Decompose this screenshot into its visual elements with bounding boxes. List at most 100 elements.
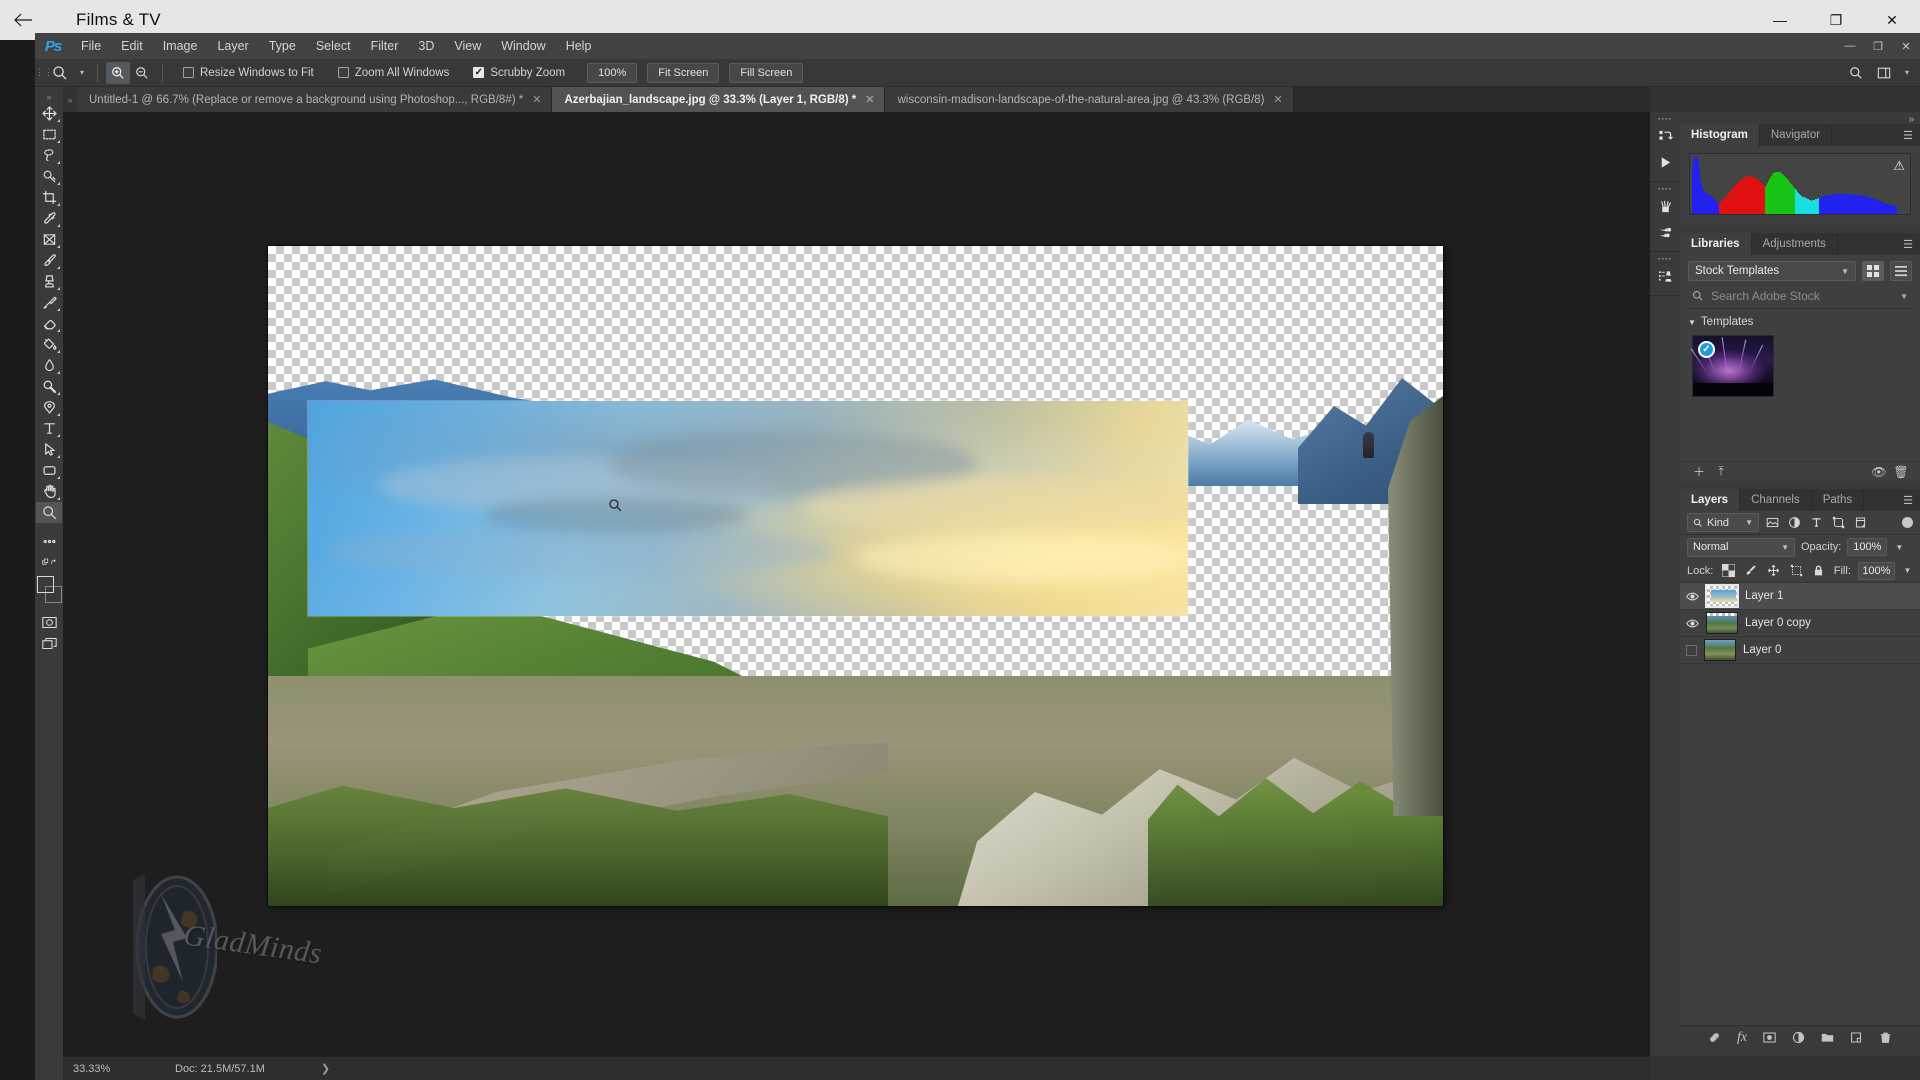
layer-thumbnail[interactable] [1704,639,1736,661]
layer-thumbnail[interactable] [1705,584,1739,608]
fill-stepper-icon[interactable]: ▼ [1902,566,1913,575]
layer-mask-icon[interactable] [1763,1031,1776,1044]
document-canvas[interactable] [268,246,1443,906]
dock-grip[interactable]: ▪▪▪▪ [1650,256,1680,263]
brushes-icon[interactable] [1650,193,1680,219]
default-colors-and-swap-icons[interactable] [36,552,62,573]
rect-marquee-tool[interactable] [36,124,62,145]
menu-image[interactable]: Image [153,33,208,59]
blur-tool[interactable] [36,355,62,376]
menu-type[interactable]: Type [259,33,306,59]
layer-visibility-icon[interactable] [1686,617,1699,630]
list-view-icon[interactable] [1890,261,1912,281]
new-group-icon[interactable] [1821,1031,1834,1044]
chevron-down-icon[interactable]: ▼ [1900,292,1908,301]
zoom-all-windows-checkbox[interactable]: Zoom All Windows [337,67,449,79]
tool-preset-chevron-icon[interactable]: ▾ [75,68,89,77]
tab-channels[interactable]: Channels [1740,489,1812,511]
quick-mask-icon[interactable] [36,612,62,633]
zoom-out-icon[interactable] [130,62,154,84]
menu-filter[interactable]: Filter [361,33,409,59]
collapse-panels-icon[interactable]: » [1908,114,1914,125]
app-minimize-button[interactable]: — [1836,35,1864,57]
document-tab-untitled[interactable]: Untitled-1 @ 66.7% (Replace or remove a … [77,87,553,112]
new-layer-icon[interactable] [1850,1031,1863,1044]
brush-tool[interactable] [36,250,62,271]
link-layers-icon[interactable] [1708,1031,1721,1044]
eyedropper-tool[interactable] [36,208,62,229]
smart-object-filter-icon[interactable] [1852,513,1869,532]
delete-layer-icon[interactable] [1879,1031,1892,1044]
screen-mode-icon[interactable] [36,633,62,654]
workspace-chevron-icon[interactable]: ▾ [1900,68,1914,77]
app-restore-button[interactable]: ❐ [1864,35,1892,57]
play-icon[interactable] [1650,149,1680,175]
zoom-percentage-button[interactable]: 100% [587,62,638,83]
lock-transparent-icon[interactable] [1720,561,1736,580]
menu-help[interactable]: Help [556,33,602,59]
stock-search-input[interactable]: Search Adobe Stock [1711,289,1820,303]
document-tab-wisconsin[interactable]: wisconsin-madison-landscape-of-the-natur… [885,87,1294,112]
layer-thumbnail[interactable] [1706,612,1738,634]
tab-navigator[interactable]: Navigator [1760,124,1833,146]
layer-name[interactable]: Layer 1 [1745,590,1783,602]
delete-icon[interactable]: 🗑 [1890,465,1912,479]
color-swatches[interactable] [36,576,62,606]
canvas-work-area[interactable]: GladMinds Click on edit, paste [63,112,1650,1056]
zoom-tool[interactable] [36,502,62,523]
type-filter-icon[interactable] [1808,513,1825,532]
scrubby-zoom-checkbox[interactable]: Scrubby Zoom [473,67,565,79]
close-icon[interactable]: ✕ [1274,93,1283,106]
hand-tool[interactable] [36,481,62,502]
tab-paths[interactable]: Paths [1812,489,1865,511]
lock-all-icon[interactable] [1811,561,1827,580]
filter-enable-toggle[interactable] [1902,517,1913,528]
blend-mode-select[interactable]: Normal ▼ [1687,537,1795,557]
lock-position-icon[interactable] [1766,561,1782,580]
path-selection-tool[interactable] [36,439,62,460]
options-bar-grip[interactable]: ⋮⋮ [35,59,53,87]
pixel-filter-icon[interactable] [1764,513,1781,532]
document-tab-azerbajian[interactable]: Azerbajian_landscape.jpg @ 33.3% (Layer … [552,87,886,112]
grid-view-icon[interactable] [1862,261,1884,281]
tab-layers[interactable]: Layers [1680,489,1741,511]
actions-icon[interactable] [1650,123,1680,149]
library-item-thumbnail[interactable]: ✓ [1690,335,1774,397]
library-select[interactable]: Stock Templates ▼ [1688,261,1856,281]
brush-settings-icon[interactable] [1650,219,1680,245]
history-brush-tool[interactable] [36,292,62,313]
clone-source-icon[interactable] [1650,263,1680,289]
dock-grip[interactable]: ▪▪▪▪ [1650,116,1680,123]
layer-name[interactable]: Layer 0 copy [1745,617,1811,629]
lock-artboard-icon[interactable] [1788,561,1804,580]
ellipsis-icon[interactable] [36,531,62,552]
close-icon[interactable]: ✕ [532,93,541,106]
clone-stamp-tool[interactable] [36,271,62,292]
zoom-in-icon[interactable] [106,61,130,84]
panel-menu-icon[interactable]: ☰ [1896,489,1920,511]
templates-section-header[interactable]: ▼ Templates [1688,316,1912,328]
tab-adjustments[interactable]: Adjustments [1752,233,1838,255]
adjustment-filter-icon[interactable] [1786,513,1803,532]
pasted-sky-layer[interactable] [308,401,1188,616]
stock-search-row[interactable]: Search Adobe Stock ▼ [1688,287,1912,309]
menu-3d[interactable]: 3D [408,33,444,59]
foreground-color-swatch[interactable] [37,576,54,593]
tab-histogram[interactable]: Histogram [1680,124,1760,146]
rectangle-tool[interactable] [36,460,62,481]
move-tool[interactable] [36,103,62,124]
filter-icon[interactable]: 👁 [1868,465,1890,479]
layer-visibility-icon[interactable] [1686,644,1697,656]
eraser-tool[interactable] [36,313,62,334]
paint-bucket-tool[interactable] [36,334,62,355]
status-zoom-level[interactable]: 33.33% [63,1063,141,1075]
tools-panel-grip[interactable]: » [46,93,51,103]
zoom-tool-icon[interactable] [45,59,75,87]
layer-row-layer0copy[interactable]: Layer 0 copy [1680,610,1920,637]
search-icon[interactable] [1844,62,1868,84]
fill-screen-button[interactable]: Fill Screen [729,62,804,83]
fit-screen-button[interactable]: Fit Screen [647,62,720,83]
fx-icon[interactable]: fx [1737,1030,1747,1046]
opacity-input[interactable]: 100% [1847,538,1888,556]
fill-input[interactable]: 100% [1857,561,1895,580]
